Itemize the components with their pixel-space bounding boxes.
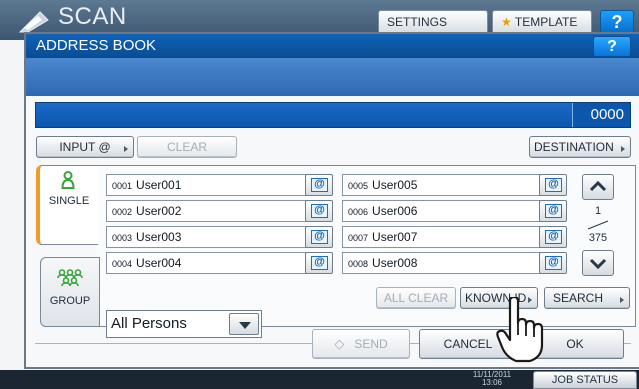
email-icon: @ — [311, 204, 328, 218]
all-clear-button: ALL CLEAR — [376, 287, 456, 309]
page-current: 1 — [594, 205, 602, 217]
email-button[interactable]: @ — [539, 174, 567, 196]
email-button[interactable]: @ — [305, 226, 333, 248]
dropdown-arrow-icon[interactable] — [229, 313, 259, 335]
chevron-up-icon — [589, 180, 607, 192]
email-button[interactable]: @ — [305, 200, 333, 222]
address-book-dialog: ADDRESS BOOK ? 0000 INPUT @ CLEAR DESTIN… — [24, 32, 639, 369]
group-icon — [57, 269, 83, 287]
email-icon: @ — [545, 178, 562, 192]
email-icon: @ — [311, 178, 328, 192]
address-entry[interactable]: 0003 User003 — [106, 226, 320, 248]
dialog-help-button[interactable]: ? — [593, 36, 631, 57]
tab-group[interactable]: GROUP — [40, 257, 100, 327]
settings-tab[interactable]: SETTINGS — [378, 10, 488, 34]
email-button[interactable]: @ — [305, 174, 333, 196]
dialog-titlebar: ADDRESS BOOK ? — [26, 34, 639, 58]
person-icon — [61, 171, 75, 189]
scroll-up-button[interactable] — [582, 174, 614, 200]
chevron-down-icon — [589, 258, 607, 270]
clear-button: CLEAR — [137, 136, 237, 158]
scroll-down-button[interactable] — [582, 250, 614, 276]
email-button[interactable]: @ — [539, 226, 567, 248]
send-button: ◇ SEND — [312, 329, 410, 359]
datetime: 11/11/2011 13:06 — [472, 370, 512, 387]
email-icon: @ — [545, 256, 562, 270]
page-total: 375 — [588, 232, 608, 244]
email-icon: @ — [545, 230, 562, 244]
address-entry[interactable]: 0002 User002 — [106, 200, 320, 222]
page-divider — [587, 220, 609, 230]
scan-icon — [18, 11, 49, 33]
help-button[interactable]: ? — [600, 10, 634, 34]
job-status-button[interactable]: JOB STATUS — [533, 371, 637, 389]
email-button[interactable]: @ — [539, 200, 567, 222]
address-entry[interactable]: 0008 User008 — [342, 252, 556, 274]
star-icon: ★ — [501, 15, 512, 29]
address-entry[interactable]: 0006 User006 — [342, 200, 556, 222]
email-icon: @ — [311, 256, 328, 270]
destination-count-bar: 0000 — [35, 102, 631, 128]
scan-title: SCAN — [58, 3, 127, 30]
input-at-button[interactable]: INPUT @ — [36, 136, 134, 158]
dialog-header-band — [26, 58, 639, 96]
email-button[interactable]: @ — [305, 252, 333, 274]
email-icon: @ — [545, 204, 562, 218]
destination-count: 0000 — [572, 103, 630, 127]
tab-group-label: GROUP — [49, 295, 91, 307]
email-icon: @ — [311, 230, 328, 244]
email-button[interactable]: @ — [539, 252, 567, 274]
tab-single[interactable]: SINGLE — [36, 165, 98, 245]
address-entry[interactable]: 0004 User004 — [106, 252, 320, 274]
dialog-title: ADDRESS BOOK — [36, 37, 157, 54]
template-tab[interactable]: ★ TEMPLATE — [492, 10, 592, 34]
pointing-hand-icon — [496, 297, 544, 363]
address-entry[interactable]: 0001 User001 — [106, 174, 320, 196]
tab-single-label: SINGLE — [48, 195, 90, 207]
address-entry[interactable]: 0005 User005 — [342, 174, 556, 196]
send-icon: ◇ — [334, 336, 345, 351]
destination-button[interactable]: DESTINATION — [529, 136, 631, 158]
address-entry[interactable]: 0007 User007 — [342, 226, 556, 248]
filter-select[interactable]: All Persons — [106, 310, 262, 338]
search-button[interactable]: SEARCH — [544, 287, 630, 309]
